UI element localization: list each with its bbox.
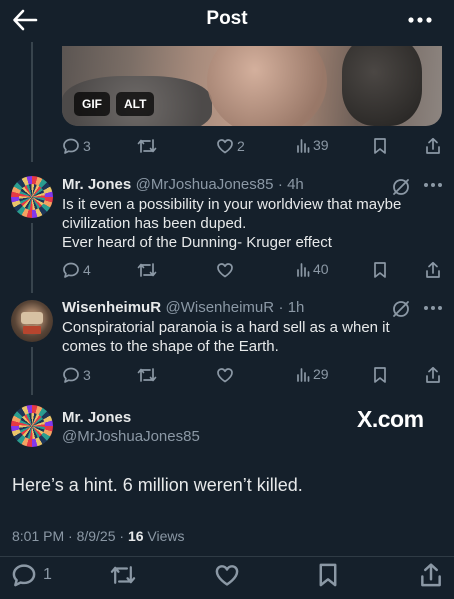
- reply-action[interactable]: 1: [11, 562, 52, 588]
- grok-button[interactable]: [390, 298, 412, 320]
- heart-icon: [217, 368, 233, 383]
- views-count: 39: [313, 137, 329, 153]
- more-dots-icon: [424, 306, 442, 310]
- repost-action[interactable]: [137, 137, 157, 155]
- reply-icon: [63, 367, 79, 383]
- repost-icon: [137, 263, 157, 277]
- like-count: 2: [237, 138, 245, 154]
- watermark: X.com: [357, 406, 424, 432]
- repost-action[interactable]: [110, 562, 136, 588]
- share-icon: [426, 137, 440, 154]
- avatar[interactable]: [11, 300, 53, 342]
- more-dots-icon: [424, 183, 442, 187]
- like-action[interactable]: [216, 261, 234, 279]
- bookmark-action[interactable]: [315, 562, 341, 588]
- author-handle[interactable]: @MrJoshuaJones85: [136, 176, 274, 193]
- views-action[interactable]: 29: [296, 366, 329, 382]
- repost-action[interactable]: [137, 366, 157, 384]
- post-text: Here’s a hint. 6 million weren’t killed.: [12, 475, 303, 495]
- repost-icon: [137, 139, 157, 153]
- heart-icon: [215, 565, 239, 586]
- author-name[interactable]: Mr. Jones: [62, 176, 131, 193]
- views-count: 29: [313, 366, 329, 382]
- like-action[interactable]: [214, 562, 240, 588]
- views-count: 40: [313, 261, 329, 277]
- divider: [0, 556, 454, 557]
- like-action[interactable]: 2: [216, 137, 245, 155]
- reply-more-button[interactable]: [421, 175, 445, 195]
- bookmark-icon: [374, 138, 386, 154]
- author-name[interactable]: WisenheimuR: [62, 299, 161, 316]
- share-icon: [426, 366, 440, 383]
- main-author: Mr. Jones @MrJoshuaJones85: [62, 409, 200, 445]
- thread-line: [31, 223, 33, 293]
- bookmark-action[interactable]: [373, 261, 387, 279]
- repost-icon: [110, 566, 136, 584]
- share-action[interactable]: [425, 261, 441, 279]
- thread-line: [31, 42, 33, 162]
- repost-action[interactable]: [137, 261, 157, 279]
- reply-icon: [12, 564, 36, 587]
- avatar[interactable]: [11, 176, 53, 218]
- post-meta: 8:01 PM · 8/9/25 · 16 Views: [12, 528, 185, 544]
- views-icon: [297, 368, 310, 382]
- like-action[interactable]: [216, 366, 234, 384]
- author-name[interactable]: Mr. Jones: [62, 409, 200, 426]
- reply-count: 3: [83, 367, 91, 383]
- share-icon: [426, 261, 440, 278]
- bookmark-icon: [319, 563, 337, 587]
- views-icon: [297, 263, 310, 277]
- views-action[interactable]: 39: [296, 137, 329, 153]
- gif-badge[interactable]: GIF: [74, 92, 110, 116]
- views-label: Views: [143, 528, 185, 544]
- repost-icon: [137, 368, 157, 382]
- share-icon: [421, 563, 441, 587]
- thread-line: [31, 347, 33, 395]
- reply-text: Conspiratorial paranoia is a hard sell a…: [62, 319, 390, 355]
- post-time: · 1h: [278, 299, 305, 316]
- reply-text: Is it even a possibility in your worldvi…: [62, 196, 402, 251]
- reply-count: 4: [83, 262, 91, 278]
- reply-action[interactable]: 4: [62, 261, 91, 279]
- heart-icon: [217, 263, 233, 278]
- share-action[interactable]: [425, 366, 441, 384]
- author-handle[interactable]: @WisenheimuR: [166, 299, 275, 316]
- share-action[interactable]: [418, 562, 444, 588]
- reply-action[interactable]: 3: [62, 137, 91, 155]
- reply-action[interactable]: 3: [62, 366, 91, 384]
- post-datetime: 8:01 PM · 8/9/25 ·: [12, 528, 128, 544]
- bookmark-icon: [374, 262, 386, 278]
- bookmark-action[interactable]: [373, 366, 387, 384]
- share-action[interactable]: [425, 137, 441, 155]
- reply-header: Mr. Jones @MrJoshuaJones85 · 4h: [62, 176, 304, 194]
- media-image[interactable]: GIF ALT: [62, 46, 442, 126]
- bookmark-action[interactable]: [373, 137, 387, 155]
- reply-count: 1: [43, 566, 52, 583]
- views-icon: [297, 139, 310, 153]
- avatar[interactable]: [11, 405, 53, 447]
- alt-badge[interactable]: ALT: [116, 92, 155, 116]
- views-action[interactable]: 40: [296, 261, 329, 277]
- more-dots-icon: [408, 17, 432, 23]
- grok-icon: [393, 301, 409, 317]
- heart-icon: [217, 139, 233, 154]
- author-handle[interactable]: @MrJoshuaJones85: [62, 428, 200, 445]
- top-bar: Post: [0, 0, 454, 40]
- reply-icon: [63, 262, 79, 278]
- reply-more-button[interactable]: [421, 298, 445, 318]
- bookmark-icon: [374, 367, 386, 383]
- views-count[interactable]: 16: [128, 528, 144, 544]
- page-title: Post: [206, 8, 248, 29]
- post-time: · 4h: [277, 176, 304, 193]
- more-options-button[interactable]: [406, 8, 434, 32]
- reply-header: WisenheimuR @WisenheimuR · 1h: [62, 299, 304, 317]
- reply-icon: [63, 138, 79, 154]
- reply-count: 3: [83, 138, 91, 154]
